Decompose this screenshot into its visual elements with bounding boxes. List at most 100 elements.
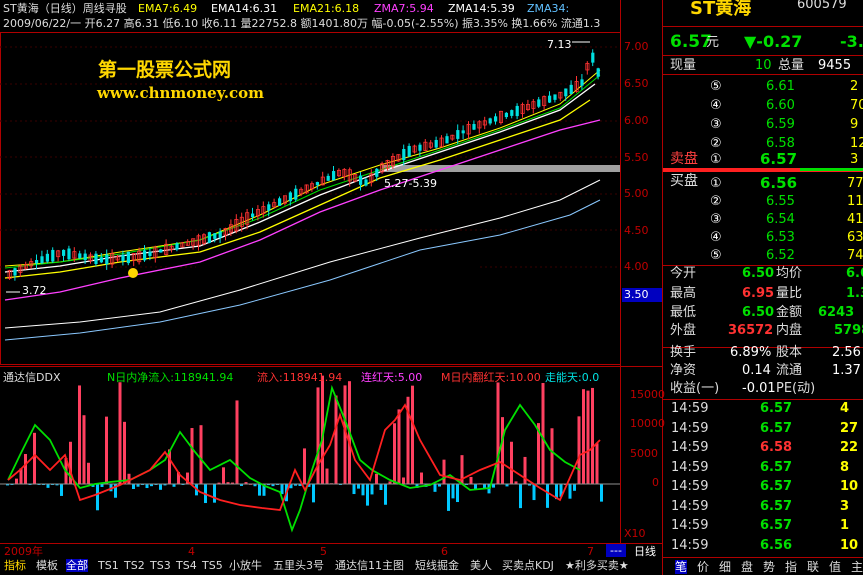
buy-level-volume: 41	[847, 212, 863, 227]
xianliang-value: 10	[755, 58, 772, 73]
mask-box	[196, 262, 480, 290]
stat2-label: 净资	[670, 363, 697, 378]
ddx-bar	[334, 395, 338, 484]
ddx-bar	[393, 423, 396, 484]
indicator-tick-label: 10000	[630, 417, 665, 430]
period-label[interactable]: 日线	[634, 545, 656, 558]
buy-level-price: 6.55	[766, 194, 795, 209]
stat-value: 36572	[728, 323, 774, 338]
low-annotation: 3.72	[22, 284, 47, 297]
ddx-bar	[46, 484, 50, 488]
tick-volume: 1	[840, 518, 850, 533]
bottom-tab[interactable]: TS2	[124, 559, 145, 572]
panel-tab[interactable]: 细	[719, 560, 731, 574]
candle-body	[564, 88, 568, 97]
ddx-bar	[492, 484, 495, 488]
price-tick-label: 7.00	[624, 40, 649, 53]
bottom-tab[interactable]: 五里头3号	[273, 559, 324, 572]
bottom-tab[interactable]: TS1	[98, 559, 119, 572]
watermark-url: www.chnmoney.com	[97, 84, 264, 102]
candle-body	[143, 250, 147, 261]
candle-body	[251, 213, 255, 218]
ddx-bar	[87, 462, 90, 484]
ema14-label: EMA14:6.31	[211, 2, 278, 15]
bottom-tab[interactable]: 短线掘金	[415, 559, 459, 572]
bottom-tab[interactable]: 美人	[470, 559, 492, 572]
bottom-tab[interactable]: TS5	[202, 559, 223, 572]
stat-value: 6.50	[742, 266, 775, 281]
time-m4: 4	[188, 545, 195, 558]
stat-value: 6.95	[742, 286, 775, 301]
tick-price: 6.57	[760, 420, 793, 436]
bottom-tab[interactable]: 买卖点KDJ	[502, 559, 554, 572]
candle-body	[294, 188, 298, 200]
ddx-bar	[325, 468, 329, 484]
panel-tab[interactable]: 笔	[675, 560, 688, 574]
panel-tab[interactable]: 指	[785, 560, 797, 574]
bottom-tab[interactable]: 模板	[36, 559, 58, 572]
tick-price: 6.56	[760, 537, 793, 553]
bottom-tab[interactable]: TS3	[150, 559, 171, 572]
ddx-bar	[568, 484, 572, 499]
panel-tab[interactable]: 值	[829, 560, 841, 574]
candle-body	[537, 99, 541, 107]
ddx-bar	[78, 385, 81, 484]
ddx-bar	[501, 417, 504, 484]
time-m6: 6	[441, 545, 448, 558]
inflow: 流入:118941.94	[257, 371, 343, 384]
ddx-bar	[375, 473, 378, 484]
candle-body	[407, 145, 411, 157]
stat-label-2: 量比	[776, 286, 803, 301]
ddx-bar	[127, 473, 131, 484]
candle-body	[40, 256, 44, 264]
ema21-label: EMA21:6.18	[293, 2, 360, 15]
price-tick-label: 6.00	[624, 114, 649, 127]
candle-body	[402, 149, 406, 161]
bottom-tab[interactable]: TS4	[176, 559, 197, 572]
tick-volume: 3	[840, 498, 850, 514]
candle-body	[267, 204, 271, 211]
zongliang-label: 总量	[778, 58, 805, 73]
panel-tab[interactable]: 盘	[741, 560, 753, 574]
ddx-bar	[118, 382, 122, 484]
candle-body	[445, 136, 449, 144]
buy-level-price: 6.52	[766, 248, 795, 263]
ddx-bar	[573, 484, 576, 491]
ddx-bar	[541, 383, 545, 484]
sell-level-price: 6.58	[766, 136, 795, 151]
sell-level-price: 6.61	[766, 79, 795, 94]
ddx-bar	[316, 387, 320, 484]
price-unit: 元	[706, 35, 720, 50]
candle-body	[35, 260, 39, 264]
bottom-tab[interactable]: 小放牛	[229, 559, 262, 572]
ddx-bar	[496, 382, 500, 484]
bottom-tab[interactable]: 通达信11主图	[335, 559, 404, 572]
candle-body	[332, 171, 336, 181]
ddx-bar	[582, 389, 585, 484]
bottom-tab[interactable]: 指标	[4, 559, 26, 572]
tick-time: 14:59	[671, 401, 709, 416]
ddx-bar	[397, 409, 401, 484]
sell-level-index: ⑤	[710, 79, 722, 94]
candle-body	[548, 95, 552, 103]
ddx-bar	[105, 416, 108, 484]
ddx-bar	[519, 484, 522, 509]
ddx-bar	[159, 484, 162, 490]
sell-bar	[663, 168, 800, 171]
tick-time: 14:59	[671, 537, 709, 553]
panel-tab[interactable]: 势	[763, 560, 775, 574]
ddx-bar	[357, 484, 360, 489]
panel-tab[interactable]: 价	[697, 560, 709, 574]
bottom-tab[interactable]: ★利多买卖★	[565, 559, 629, 572]
zma7-label: ZMA7:5.94	[374, 2, 434, 15]
ddx-bar	[190, 428, 194, 484]
ddx-bar	[577, 416, 581, 484]
panel-tab[interactable]: 主	[851, 560, 863, 574]
sell-level-volume: 2	[850, 79, 859, 94]
panel-tab[interactable]: 联	[807, 560, 819, 574]
candle-body	[364, 179, 368, 186]
tick-volume: 10	[840, 479, 859, 494]
time-current[interactable]: ---	[606, 544, 626, 557]
bottom-tab[interactable]: 全部	[66, 559, 88, 572]
candle-body	[207, 232, 211, 243]
